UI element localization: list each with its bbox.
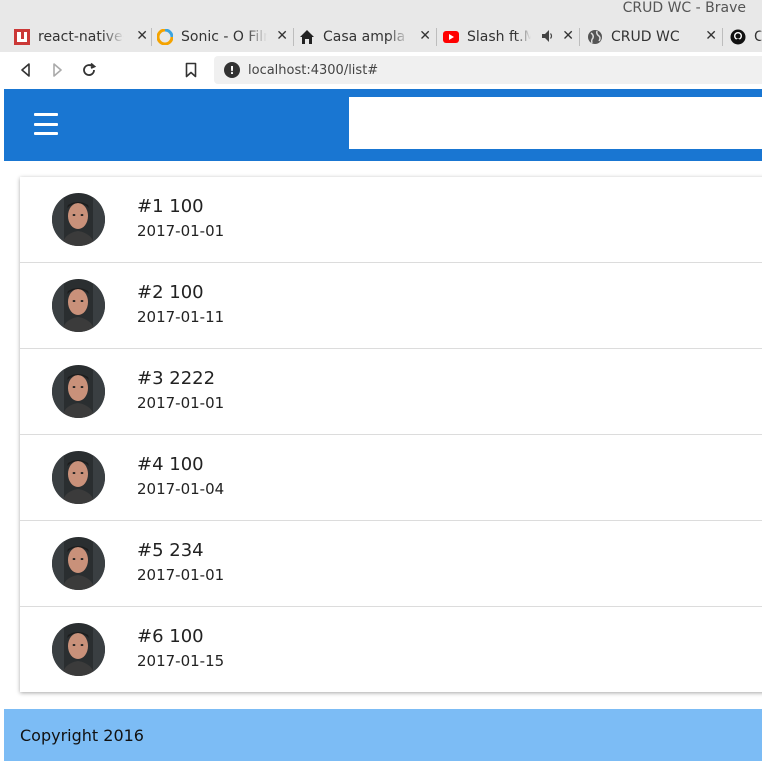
window-title: CRUD WC - Brave (622, 0, 746, 16)
tab-label: Sonic - O Film (181, 29, 267, 45)
tab-label: CRUD WC (611, 29, 680, 45)
tab-divider (436, 28, 437, 46)
npm-icon (14, 29, 30, 45)
sonic-icon (157, 29, 173, 45)
avatar (52, 279, 105, 332)
close-icon[interactable]: ✕ (136, 28, 148, 44)
tab-divider (579, 28, 580, 46)
url-text[interactable]: localhost:4300/list# (248, 63, 378, 78)
list-item[interactable]: #2 100 2017-01-11 (20, 263, 762, 349)
item-title: #6 100 (137, 626, 204, 647)
tab-crud-wc[interactable]: CRUD WC ✕ (587, 24, 717, 50)
close-icon[interactable]: ✕ (276, 28, 288, 44)
tab-label: Slash ft.M (467, 29, 531, 45)
github-icon (730, 29, 746, 45)
tab-strip: react-native- ✕ Sonic - O Film ✕ Casa am… (0, 20, 762, 52)
globe-icon (587, 29, 603, 45)
search-input[interactable] (349, 97, 762, 149)
youtube-icon (443, 29, 459, 45)
back-button[interactable] (16, 60, 36, 80)
tab-slash[interactable]: Slash ft.M ✕ (443, 24, 574, 50)
main-content: #1 100 2017-01-01 #2 100 2017-01-11 #3 2… (4, 161, 762, 709)
window-titlebar: CRUD WC - Brave (0, 0, 762, 20)
avatar (52, 451, 105, 504)
tab-github[interactable]: C (730, 24, 762, 50)
close-icon[interactable]: ✕ (562, 28, 574, 44)
item-date: 2017-01-15 (137, 652, 225, 670)
tab-label: react-native- (38, 29, 124, 45)
close-icon[interactable]: ✕ (705, 28, 717, 44)
address-bar[interactable]: ! localhost:4300/list# (214, 56, 762, 84)
list-item[interactable]: #5 234 2017-01-01 (20, 521, 762, 607)
list-item[interactable]: #1 100 2017-01-01 (20, 177, 762, 263)
item-list: #1 100 2017-01-01 #2 100 2017-01-11 #3 2… (20, 177, 762, 692)
item-date: 2017-01-01 (137, 566, 225, 584)
item-title: #1 100 (137, 196, 204, 217)
item-date: 2017-01-04 (137, 480, 225, 498)
avatar (52, 365, 105, 418)
forward-button[interactable] (47, 60, 67, 80)
copyright-text: Copyright 2016 (20, 726, 144, 745)
tab-label: Casa ampla c (323, 29, 409, 45)
list-item[interactable]: #6 100 2017-01-15 (20, 607, 762, 693)
item-date: 2017-01-01 (137, 222, 225, 240)
list-item[interactable]: #3 2222 2017-01-01 (20, 349, 762, 435)
app-header (4, 89, 762, 161)
tab-divider (722, 28, 723, 46)
tab-casa[interactable]: Casa ampla c ✕ (299, 24, 431, 50)
tab-react-native[interactable]: react-native- ✕ (14, 24, 148, 50)
avatar (52, 193, 105, 246)
list-item[interactable]: #4 100 2017-01-04 (20, 435, 762, 521)
item-title: #4 100 (137, 454, 204, 475)
home-icon (299, 29, 315, 45)
app-footer: Copyright 2016 (4, 709, 762, 761)
tab-sonic[interactable]: Sonic - O Film ✕ (157, 24, 288, 50)
site-info-icon[interactable]: ! (224, 62, 240, 78)
tab-divider (293, 28, 294, 46)
menu-icon[interactable] (34, 113, 58, 135)
avatar (52, 537, 105, 590)
item-date: 2017-01-01 (137, 394, 225, 412)
item-title: #5 234 (137, 540, 204, 561)
bookmark-button[interactable] (181, 60, 201, 80)
close-icon[interactable]: ✕ (419, 28, 431, 44)
reload-button[interactable] (79, 60, 99, 80)
tab-label: C (754, 29, 762, 45)
item-title: #2 100 (137, 282, 204, 303)
browser-toolbar: ! localhost:4300/list# (0, 52, 762, 88)
avatar (52, 623, 105, 676)
tab-divider (151, 28, 152, 46)
speaker-icon[interactable] (541, 29, 553, 47)
item-date: 2017-01-11 (137, 308, 225, 326)
item-title: #3 2222 (137, 368, 216, 389)
